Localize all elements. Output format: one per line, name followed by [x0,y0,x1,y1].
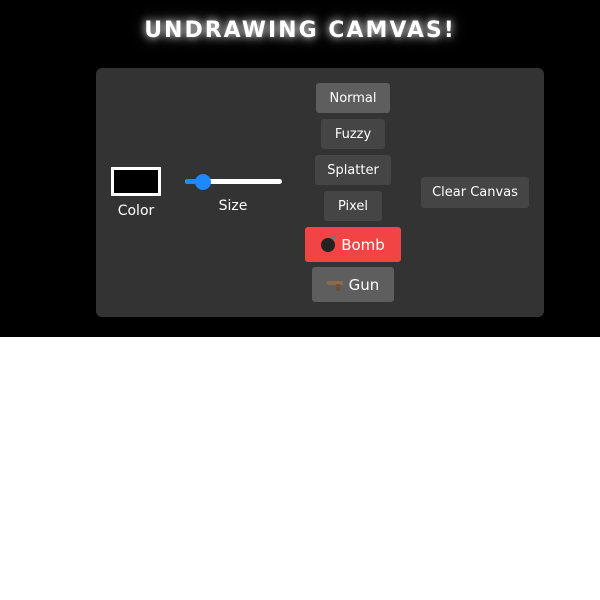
normal-brush-button[interactable]: Normal [316,83,390,113]
size-slider-thumb[interactable] [194,174,211,190]
bomb-brush-button[interactable]: Bomb [305,227,401,262]
color-label: Color [117,203,155,219]
color-picker[interactable] [111,167,161,196]
clear-canvas-button[interactable]: Clear Canvas [421,177,529,208]
bomb-label: Bomb [341,235,385,254]
pixel-brush-button[interactable]: Pixel [324,191,382,221]
size-slider[interactable] [185,174,282,190]
bomb-icon [321,237,336,252]
page-title: UNDRAWING CAMVAS! [144,18,456,43]
drawing-canvas[interactable] [0,337,600,600]
gun-label: Gun [348,275,380,294]
splatter-brush-button[interactable]: Splatter [315,155,391,185]
gun-brush-button[interactable]: Gun [312,267,394,302]
gun-icon [326,279,343,291]
fuzzy-brush-button[interactable]: Fuzzy [321,119,385,149]
size-label: Size [218,198,248,214]
